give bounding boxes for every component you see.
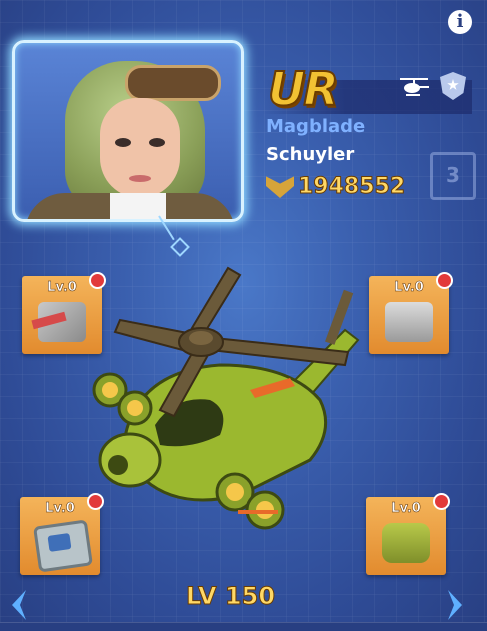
power-display: 1948552 bbox=[266, 172, 406, 200]
pilot-name: Schuyler bbox=[266, 144, 355, 165]
portrait-eye-left bbox=[115, 138, 131, 147]
turret-gun-icon bbox=[31, 302, 86, 342]
notification-dot bbox=[436, 272, 453, 289]
rarity-label: UR bbox=[267, 61, 340, 117]
portrait-goggles bbox=[125, 65, 221, 101]
helicopter-model bbox=[92, 266, 360, 530]
equipment-slot-radar[interactable]: Lv.0 bbox=[20, 493, 104, 575]
bottom-bar bbox=[0, 622, 487, 631]
portrait-face bbox=[100, 98, 180, 198]
info-icon[interactable]: i bbox=[448, 10, 472, 34]
unit-detail-screen: i UR Magblade Schuyler 1948552 3 Lv.0 Lv… bbox=[0, 0, 487, 631]
portrait-lips bbox=[129, 175, 151, 182]
unit-level: LV 150 bbox=[185, 582, 276, 611]
notification-dot bbox=[433, 493, 450, 510]
radar-panel-icon bbox=[33, 519, 93, 573]
helicopter-icon bbox=[398, 76, 430, 98]
unit-class-name: Magblade bbox=[266, 116, 366, 137]
portrait-eye-right bbox=[149, 138, 165, 147]
power-value: 1948552 bbox=[297, 173, 406, 199]
power-wings-icon bbox=[266, 176, 294, 198]
armor-plate-icon bbox=[385, 302, 433, 342]
star-level-badge[interactable]: 3 bbox=[430, 152, 476, 200]
pilot-portrait[interactable] bbox=[12, 40, 244, 222]
portrait-collar bbox=[110, 193, 166, 219]
